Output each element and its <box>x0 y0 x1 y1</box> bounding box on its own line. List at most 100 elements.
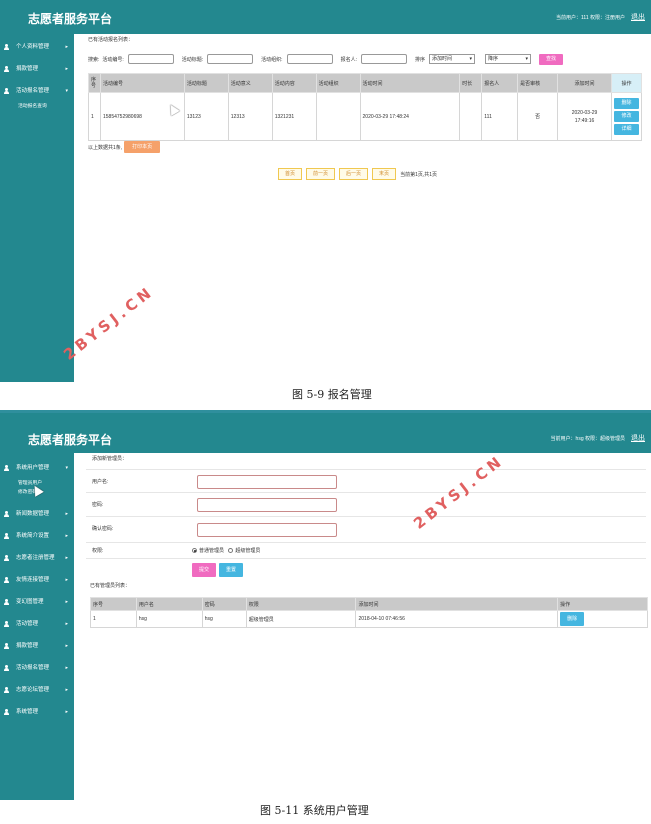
page-status: 当前第1页,共1页 <box>400 171 438 178</box>
sidebar-item[interactable]: 活动管理 ▸ <box>0 613 74 635</box>
password-input[interactable] <box>197 498 337 512</box>
permission-radio-group: 普通管理员 超级管理员 <box>192 547 260 554</box>
last-page-button[interactable]: 末页 <box>372 168 397 180</box>
sidebar-item-label: 活动管理 <box>16 621 39 627</box>
user-icon <box>4 465 11 471</box>
delete-button[interactable]: 删除 <box>560 612 585 626</box>
sidebar-item[interactable]: 系统管理 ▸ <box>0 701 74 723</box>
form-buttons: 提交 重置 <box>192 563 243 577</box>
sidebar-subitem-registration-query[interactable]: 活动报名查询 <box>0 102 74 111</box>
prev-page-button[interactable]: 前一页 <box>306 168 336 180</box>
user-icon <box>4 66 11 72</box>
sidebar-item-label: 志愿论坛管理 <box>16 687 50 693</box>
cell-title: 13123 <box>183 92 229 141</box>
activity-no-input[interactable] <box>127 54 174 64</box>
cell-username: hsg <box>135 610 203 628</box>
sidebar-item[interactable]: 友情连接管理 ▸ <box>0 569 74 591</box>
user-icon <box>4 44 11 50</box>
col-meaning: 活动意义 <box>227 73 273 93</box>
next-page-button[interactable]: 后一页 <box>339 168 369 180</box>
sidebar-item-label: 个人资料管理 <box>16 44 50 50</box>
col-content: 活动内容 <box>271 73 317 93</box>
col-index: 序号 <box>90 597 137 611</box>
cell-index: 1 <box>88 92 101 141</box>
current-user-info: 当前用户：111 权限：注册用户 <box>556 15 625 21</box>
cell-org <box>315 92 361 141</box>
permission-row: 权限: 普通管理员 超级管理员 <box>86 543 646 559</box>
username-input[interactable] <box>197 475 337 489</box>
sidebar-item-label: 新闻数据管理 <box>16 511 50 517</box>
edit-button[interactable]: 修改 <box>613 111 639 122</box>
sidebar-item-label: 系统管理 <box>16 709 39 715</box>
delete-button[interactable]: 删除 <box>613 98 639 109</box>
sort-order-select[interactable]: 降序 <box>484 54 531 64</box>
chevron-right-icon: ▸ <box>65 555 68 561</box>
user-icon <box>4 555 11 561</box>
user-icon <box>4 511 11 517</box>
chevron-right-icon: ▸ <box>65 533 68 539</box>
sidebar-item[interactable]: 活动报名管理 ▸ <box>0 657 74 679</box>
sidebar-item-label: 志愿者注册管理 <box>16 555 55 561</box>
search-label: 搜索: <box>88 56 100 63</box>
submit-button[interactable]: 提交 <box>192 563 216 577</box>
sidebar-item[interactable]: 新闻数据管理 ▸ <box>0 503 74 525</box>
sidebar-item[interactable]: 系统简介设置 ▸ <box>0 525 74 547</box>
table-row: 1 15854752980698 13123 12313 1321231 202… <box>88 92 643 141</box>
sidebar-item[interactable]: 志愿论坛管理 ▸ <box>0 679 74 701</box>
user-icon <box>4 665 11 671</box>
perm-super-label: 超级管理员 <box>235 548 261 554</box>
print-button[interactable]: 打印本页 <box>124 141 161 153</box>
form-title: 添加新管理员： <box>92 456 128 462</box>
sidebar-item[interactable]: 捐款管理 ▸ <box>0 635 74 657</box>
cell-actions: 删除 <box>557 610 648 628</box>
sidebar-item-profile[interactable]: 个人资料管理 ▸ <box>0 36 74 58</box>
sidebar-item[interactable]: 志愿者注册管理 ▸ <box>0 547 74 569</box>
perm-super-radio[interactable] <box>228 548 234 554</box>
col-reviewed: 是否审核 <box>517 73 559 93</box>
sidebar: 个人资料管理 ▸ 捐款管理 ▸ 活动报名管理 ▾ 活动报名查询 <box>0 34 74 382</box>
activity-title-input[interactable] <box>207 54 254 64</box>
sidebar-item-system-users[interactable]: 系统用户管理 ▾ <box>0 457 74 479</box>
detail-button[interactable]: 详细 <box>613 124 639 135</box>
user-icon <box>4 709 11 715</box>
first-page-button[interactable]: 首页 <box>278 168 303 180</box>
chevron-right-icon: ▸ <box>65 643 68 649</box>
chevron-right-icon: ▸ <box>65 44 68 50</box>
sidebar-item-donation[interactable]: 捐款管理 ▸ <box>0 58 74 80</box>
main-content: 已有活动报名列表： 搜索: 活动编号: 活动标题: 活动组织: 报名人: 排序 … <box>86 34 651 382</box>
user-icon <box>4 577 11 583</box>
chevron-right-icon: ▸ <box>65 577 68 583</box>
reset-button[interactable]: 重置 <box>219 563 243 577</box>
chevron-right-icon: ▸ <box>65 665 68 671</box>
sidebar-item-registration[interactable]: 活动报名管理 ▾ <box>0 80 74 102</box>
logout-link[interactable]: 退出 <box>631 12 645 22</box>
applicant-label: 报名人: <box>340 56 357 63</box>
col-actions: 操作 <box>557 597 648 611</box>
cell-reviewed: 否 <box>517 92 559 141</box>
sidebar-item-label: 变幻图管理 <box>16 599 44 605</box>
top-header: 志愿者服务平台 当前用户：hsg 权限：超级管理员 退出 <box>0 413 651 453</box>
user-icon <box>4 643 11 649</box>
logout-link[interactable]: 退出 <box>631 433 645 443</box>
col-applicant: 报名人 <box>481 73 519 93</box>
user-icon <box>4 621 11 627</box>
user-icon <box>4 88 11 94</box>
top-header: 志愿者服务平台 当前用户：111 权限：注册用户 退出 <box>0 0 651 34</box>
cell-duration <box>459 92 483 141</box>
sidebar-item[interactable]: 变幻图管理 ▸ <box>0 591 74 613</box>
search-button[interactable]: 查找 <box>538 53 563 65</box>
main-content: 添加新管理员： 用户名: 密码: 确认密码: 权限: 普通管理员 超级管理员 提… <box>86 453 651 800</box>
confirm-password-input[interactable] <box>197 523 337 537</box>
sort-field-select[interactable]: 添加时间 <box>428 54 475 64</box>
sidebar-item-label: 活动报名管理 <box>16 665 50 671</box>
perm-normal-radio[interactable] <box>192 548 197 554</box>
sidebar-item-label: 系统简介设置 <box>16 533 50 539</box>
cell-content: 1321231 <box>271 92 317 141</box>
sidebar: 系统用户管理 ▾ 管理员用户 修改密码 新闻数据管理 ▸ 系统简介设置 ▸ 志愿者注册管… <box>0 453 74 800</box>
user-icon <box>4 599 11 605</box>
applicant-input[interactable] <box>360 54 407 64</box>
password-row: 密码: <box>86 493 646 517</box>
app-title: 志愿者服务平台 <box>28 12 113 26</box>
chevron-right-icon: ▸ <box>65 599 68 605</box>
activity-org-input[interactable] <box>286 54 333 64</box>
